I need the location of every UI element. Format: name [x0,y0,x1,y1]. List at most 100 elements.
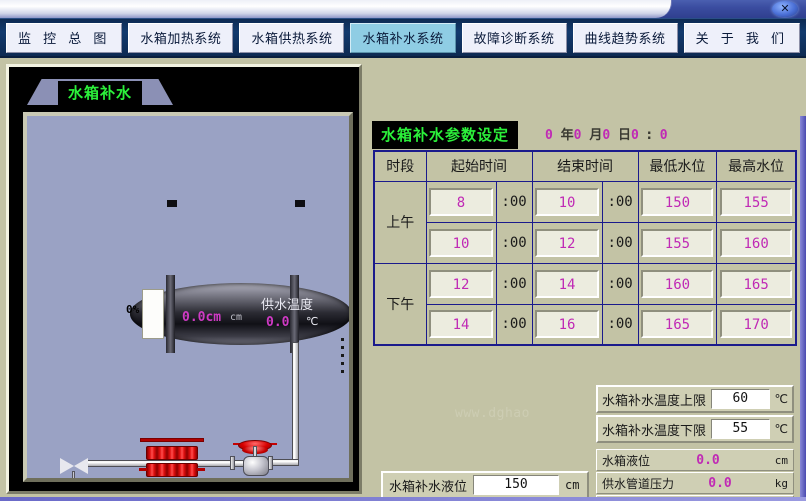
tank-band-left [166,275,175,353]
supply-temperature-unit: ℃ [306,315,318,328]
tab-tank-heat-supply[interactable]: 水箱供热系统 [239,23,344,53]
col-start-time: 起始时间 [426,151,532,181]
mimic-canvas: 0% 0.0cm cm 供水温度 0.0 ℃ [23,112,353,482]
max-level-input[interactable]: 155 [720,188,792,216]
sensor-block-left [167,200,177,207]
datetime-month-label: 月 [589,128,602,143]
vent-dots-icon [341,338,345,378]
min-level-input[interactable]: 150 [641,188,713,216]
tank-drop-pipe [292,342,299,462]
datetime-year: 0 [545,128,553,143]
globe-valve-body[interactable] [243,456,269,476]
temp-lower-limit-unit: ℃ [775,422,788,436]
datetime-year-label: 年 [561,128,574,143]
min-level-input[interactable]: 165 [641,310,713,338]
end-hour-input[interactable]: 14 [535,270,599,298]
tank-level-percent: 0% [126,303,139,316]
tab-curve-trend[interactable]: 曲线趋势系统 [573,23,678,53]
datetime-hour: 0 [631,128,639,143]
title-bar-sheet [0,0,672,18]
readout-tank-level-unit: cm [766,454,788,467]
min-level-input[interactable]: 155 [641,229,713,257]
table-row: 10 :00 12 :00 155 160 [374,222,796,263]
refill-parameter-table: 时段 起始时间 结束时间 最低水位 最高水位 上午 8 :00 10 :00 1… [373,150,797,346]
butterfly-valve-stem [72,471,75,482]
readout-supply-pressure: 供水管道压力 0.0 kg [596,472,794,494]
datetime-month: 0 [574,128,582,143]
datetime-separator: : [647,128,652,143]
refill-level-setting: 水箱补水液位 150 cm [381,471,589,499]
temp-upper-limit-input[interactable]: 60 [711,389,770,409]
close-icon[interactable]: ✕ [772,1,798,17]
start-hour-input[interactable]: 10 [429,229,493,257]
start-hour-input[interactable]: 12 [429,270,493,298]
tank-level-unit: cm [230,312,242,323]
max-level-input[interactable]: 160 [720,229,792,257]
start-hour-input[interactable]: 14 [429,310,493,338]
period-morning: 上午 [374,181,426,263]
supply-temperature-value: 0.0 [266,315,289,330]
readout-tank-level: 水箱液位 0.0 cm [596,449,794,471]
right-border-strip [800,116,806,501]
datetime-minute: 0 [660,128,668,143]
datetime-day-label: 日 [618,128,631,143]
bottom-border-strip [0,497,806,501]
start-minute-suffix: :00 [496,304,532,345]
heat-exchanger [146,446,198,482]
site-watermark: www.dghao [455,406,530,421]
main-tab-bar: 监 控 总 图 水箱加热系统 水箱供热系统 水箱补水系统 故障诊断系统 曲线趋势… [0,18,806,58]
end-minute-suffix: :00 [602,263,638,304]
table-row: 14 :00 16 :00 165 170 [374,304,796,345]
mimic-diagram-panel: 水箱补水 0% 0.0cm cm 供水温度 0.0 ℃ [6,64,362,494]
end-minute-suffix: :00 [602,222,638,263]
start-hour-input[interactable]: 8 [429,188,493,216]
heat-exchanger-coil [146,446,198,460]
tab-fault-diagnosis[interactable]: 故障诊断系统 [462,23,567,53]
start-minute-suffix: :00 [496,222,532,263]
col-min-level: 最低水位 [638,151,717,181]
col-period: 时段 [374,151,426,181]
end-minute-suffix: :00 [602,181,638,222]
end-hour-input[interactable]: 16 [535,310,599,338]
temp-upper-limit-setting: 水箱补水温度上限 60 ℃ [596,385,794,413]
tab-monitor-overview[interactable]: 监 控 总 图 [6,23,122,53]
readout-supply-pressure-unit: kg [766,477,788,490]
temp-lower-limit-setting: 水箱补水温度下限 55 ℃ [596,415,794,443]
readout-supply-pressure-value: 0.0 [674,476,766,491]
end-hour-input[interactable]: 10 [535,188,599,216]
refill-level-input[interactable]: 150 [473,475,559,495]
heat-exchanger-inlet [139,468,147,471]
table-row: 下午 12 :00 14 :00 160 165 [374,263,796,304]
min-level-input[interactable]: 160 [641,270,713,298]
valve-flange-left [230,456,235,470]
mimic-title-plate: 水箱补水 [27,79,173,105]
heat-exchanger-coil [146,480,198,482]
valve-flange-right [268,456,273,470]
heat-exchanger-header [140,438,204,442]
col-end-time: 结束时间 [532,151,638,181]
heat-exchanger-coil [146,463,198,477]
tab-tank-heating[interactable]: 水箱加热系统 [128,23,233,53]
temp-upper-limit-unit: ℃ [775,392,788,406]
end-hour-input[interactable]: 12 [535,229,599,257]
panel-title: 水箱补水参数设定 [372,121,518,149]
readout-tank-level-value: 0.0 [650,453,766,468]
tank-level-gauge [142,289,164,339]
max-level-input[interactable]: 170 [720,310,792,338]
mimic-title-label: 水箱补水 [58,81,142,105]
temp-lower-limit-input[interactable]: 55 [711,419,770,439]
refill-level-unit: cm [565,478,579,492]
temp-lower-limit-label: 水箱补水温度下限 [602,420,706,439]
tab-about-us[interactable]: 关 于 我 们 [684,23,800,53]
readout-tank-level-label: 水箱液位 [602,452,650,469]
max-level-input[interactable]: 165 [720,270,792,298]
supply-temperature-label: 供水温度 [261,294,313,313]
sensor-block-right [295,200,305,207]
system-datetime: 0 年0 月0 日0 : 0 [545,124,668,143]
heat-exchanger-outlet [197,468,205,471]
window-title-bar: ✕ [0,0,806,18]
col-max-level: 最高水位 [717,151,796,181]
tank-level-value: 0.0cm [182,310,221,325]
readout-supply-pressure-label: 供水管道压力 [602,475,674,492]
tab-tank-water-refill[interactable]: 水箱补水系统 [350,23,455,53]
